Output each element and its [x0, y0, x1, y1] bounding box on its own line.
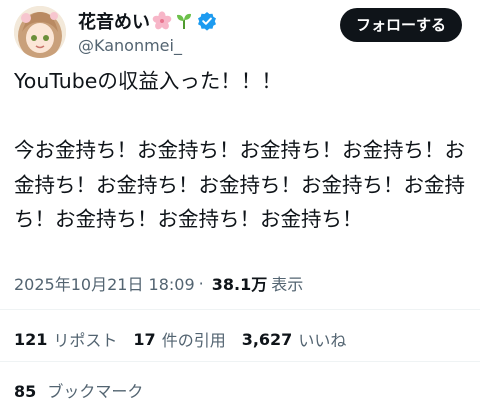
display-name[interactable]: 花音めい — [78, 8, 150, 34]
views-count: 38.1万 — [211, 275, 268, 294]
likes-count: 3,627 — [241, 329, 293, 349]
bookmarks-label: ブックマーク — [47, 382, 144, 401]
tweet-text-line: 今お金持ち！お金持ち！お金持ち！お金持ち！お金持ち！お金持ち！お金持ち！お金持ち… — [14, 138, 465, 231]
quotes-label: 件の引用 — [161, 331, 226, 350]
user-handle[interactable]: @Kanonmei_ — [78, 36, 182, 55]
meta-separator: · — [198, 273, 204, 293]
follow-button[interactable]: フォローする — [339, 8, 462, 42]
views-label: 表示 — [271, 275, 304, 294]
tweet-meta: 2025年10月21日 18:09 · 38.1万 表示 — [14, 271, 303, 295]
avatar-illustration — [14, 6, 66, 58]
likes-label: いいね — [298, 331, 347, 350]
cherry-blossom-icon — [152, 11, 172, 31]
reposts-label: リポスト — [53, 331, 118, 350]
divider — [0, 361, 480, 362]
quotes-count: 17 — [133, 329, 156, 349]
timestamp[interactable]: 2025年10月21日 18:09 — [14, 271, 195, 295]
name-row: 花音めい — [78, 8, 217, 34]
avatar[interactable] — [14, 6, 66, 58]
bookmarks-count: 85 — [14, 382, 37, 401]
quotes-stat[interactable]: 17 件の引用 — [133, 327, 225, 351]
engagement-stats: 121 リポスト 17 件の引用 3,627 いいね — [14, 327, 362, 351]
tweet-text: YouTubeの収益入った！！！ 今お金持ち！お金持ち！お金持ち！お金持ち！お金… — [14, 64, 470, 237]
bookmarks-stat[interactable]: 85 ブックマーク — [14, 378, 143, 402]
verified-badge-icon[interactable] — [197, 11, 217, 31]
tweet-header: 花音めい @Kanonmei_ フォローする — [14, 6, 466, 62]
reposts-stat[interactable]: 121 リポスト — [14, 327, 117, 351]
likes-stat[interactable]: 3,627 いいね — [242, 327, 347, 351]
reposts-count: 121 — [14, 329, 48, 349]
tweet-text-line: YouTubeの収益入った！！！ — [14, 69, 282, 93]
seedling-icon — [174, 11, 194, 31]
divider — [0, 309, 480, 310]
